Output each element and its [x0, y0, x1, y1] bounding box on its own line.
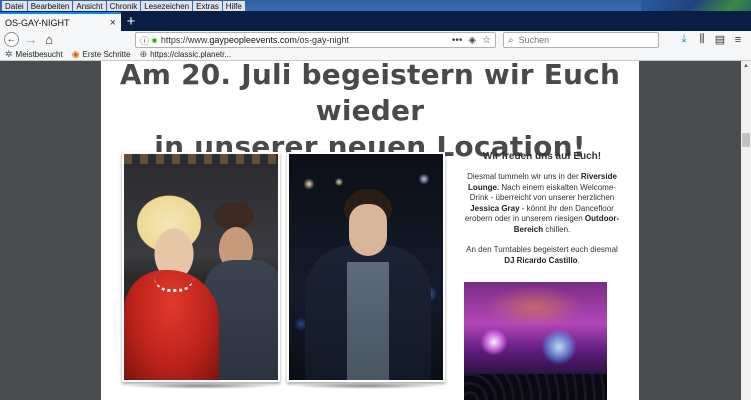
download-icon[interactable]: ⤓	[675, 33, 693, 46]
photo-face	[349, 204, 387, 256]
bookmark-meistbesucht[interactable]: ✲ Meistbesucht	[5, 49, 63, 60]
search-bar[interactable]: ⌕	[503, 32, 659, 48]
page-content: Am 20. Juli begeistern wir Euch wieder i…	[101, 61, 639, 400]
bookmark-label: https://classic.planetr...	[150, 49, 232, 59]
bookmark-star-icon[interactable]: ☆	[482, 35, 491, 46]
pocket-icon[interactable]: ◈	[468, 35, 476, 46]
lock-icon: ■	[152, 35, 157, 45]
event-description: Wir freuen uns auf Euch! Diesmal tummeln…	[461, 151, 623, 266]
text: Diesmal tummeln wir uns in der	[467, 172, 581, 181]
crowd	[464, 374, 607, 400]
photo-shadow	[291, 383, 441, 389]
menu-bar: Datei Bearbeiten Ansicht Chronik Lesezei…	[0, 0, 751, 11]
menu-hilfe[interactable]: Hilfe	[222, 0, 245, 11]
scroll-thumb[interactable]	[742, 133, 750, 147]
back-arrow-icon: ←	[6, 34, 17, 45]
menu-chronik[interactable]: Chronik	[106, 0, 141, 11]
text: An den Turntables begeistert euch diesma…	[466, 245, 618, 254]
bookmarks-toolbar: ✲ Meistbesucht ◉ Erste Schritte ⊕ https:…	[0, 48, 751, 61]
search-icon: ⌕	[508, 34, 514, 46]
paragraph-dj: An den Turntables begeistert euch diesma…	[461, 245, 623, 266]
menu-ansicht[interactable]: Ansicht	[73, 0, 106, 11]
forward-arrow-icon: →	[24, 32, 38, 47]
sidebar-icon[interactable]: ▤	[711, 33, 729, 46]
tab-strip: OS-GAY-NIGHT × +	[0, 11, 751, 31]
url-path: /os-gay-night	[296, 35, 349, 45]
url-domain: gaypeopleevents.com	[209, 35, 297, 45]
page-actions-icon[interactable]: •••	[452, 35, 463, 46]
url-text[interactable]: https://www.gaypeopleevents.com/os-gay-n…	[161, 35, 446, 45]
photo-hosts	[122, 152, 280, 382]
back-button[interactable]: ←	[4, 32, 19, 47]
scrollbar[interactable]: ▲	[741, 61, 751, 400]
home-icon: ⌂	[45, 32, 53, 47]
photo-shirt	[347, 262, 389, 380]
home-button[interactable]: ⌂	[40, 31, 58, 48]
globe-icon: ⊕	[139, 48, 148, 59]
new-tab-button[interactable]: +	[121, 12, 141, 31]
page-heading: Am 20. Juli begeistern wir Euch wieder i…	[101, 61, 639, 165]
tab-title: OS-GAY-NIGHT	[5, 17, 70, 28]
concert-photo	[464, 282, 607, 400]
hamburger-menu-icon[interactable]: ≡	[729, 34, 747, 46]
bookmark-label: Meistbesucht	[15, 49, 63, 59]
photo-shadow	[126, 383, 276, 389]
sidebar-title: Wir freuen uns auf Euch!	[482, 151, 602, 162]
search-input[interactable]	[518, 35, 639, 45]
paragraph-location: Diesmal tummeln wir uns in der Riverside…	[461, 172, 623, 235]
info-icon[interactable]: ⓘ	[140, 34, 149, 47]
ceiling-lights	[124, 154, 278, 164]
page-viewport: Am 20. Juli begeistern wir Euch wieder i…	[0, 61, 741, 400]
firefox-icon: ◉	[71, 48, 80, 59]
toolbar-right: ⤓ ⫼ ▤ ≡	[675, 31, 747, 48]
menu-extras[interactable]: Extras	[193, 0, 222, 11]
host-name: Jessica Gray	[470, 203, 520, 213]
bookmark-planetr[interactable]: ⊕ https://classic.planetr...	[140, 49, 231, 60]
forward-button[interactable]: →	[22, 31, 40, 48]
url-prefix: https://www.	[160, 35, 210, 45]
scroll-up-icon[interactable]: ▲	[741, 61, 751, 71]
bookmark-label: Erste Schritte	[82, 49, 131, 59]
menu-datei[interactable]: Datei	[2, 0, 27, 11]
heading-line-1: Am 20. Juli begeistern wir Euch wieder	[119, 61, 621, 127]
tab-close-icon[interactable]: ×	[110, 17, 116, 29]
text: .	[577, 255, 580, 265]
library-icon[interactable]: ⫼	[693, 33, 711, 46]
menu-lesezeichen[interactable]: Lesezeichen	[141, 0, 193, 11]
dj-name: DJ Ricardo Castillo	[504, 255, 578, 265]
photo-dj	[287, 152, 445, 382]
text: chillen.	[543, 224, 571, 234]
gear-icon: ✲	[5, 48, 13, 59]
navigation-bar: ← → ⌂ ⓘ ■ https://www.gaypeopleevents.co…	[0, 31, 751, 48]
tab-os-gay-night[interactable]: OS-GAY-NIGHT ×	[0, 12, 121, 31]
bookmark-erste-schritte[interactable]: ◉ Erste Schritte	[72, 49, 131, 60]
menu-bearbeiten[interactable]: Bearbeiten	[27, 0, 73, 11]
url-bar[interactable]: ⓘ ■ https://www.gaypeopleevents.com/os-g…	[135, 32, 496, 48]
